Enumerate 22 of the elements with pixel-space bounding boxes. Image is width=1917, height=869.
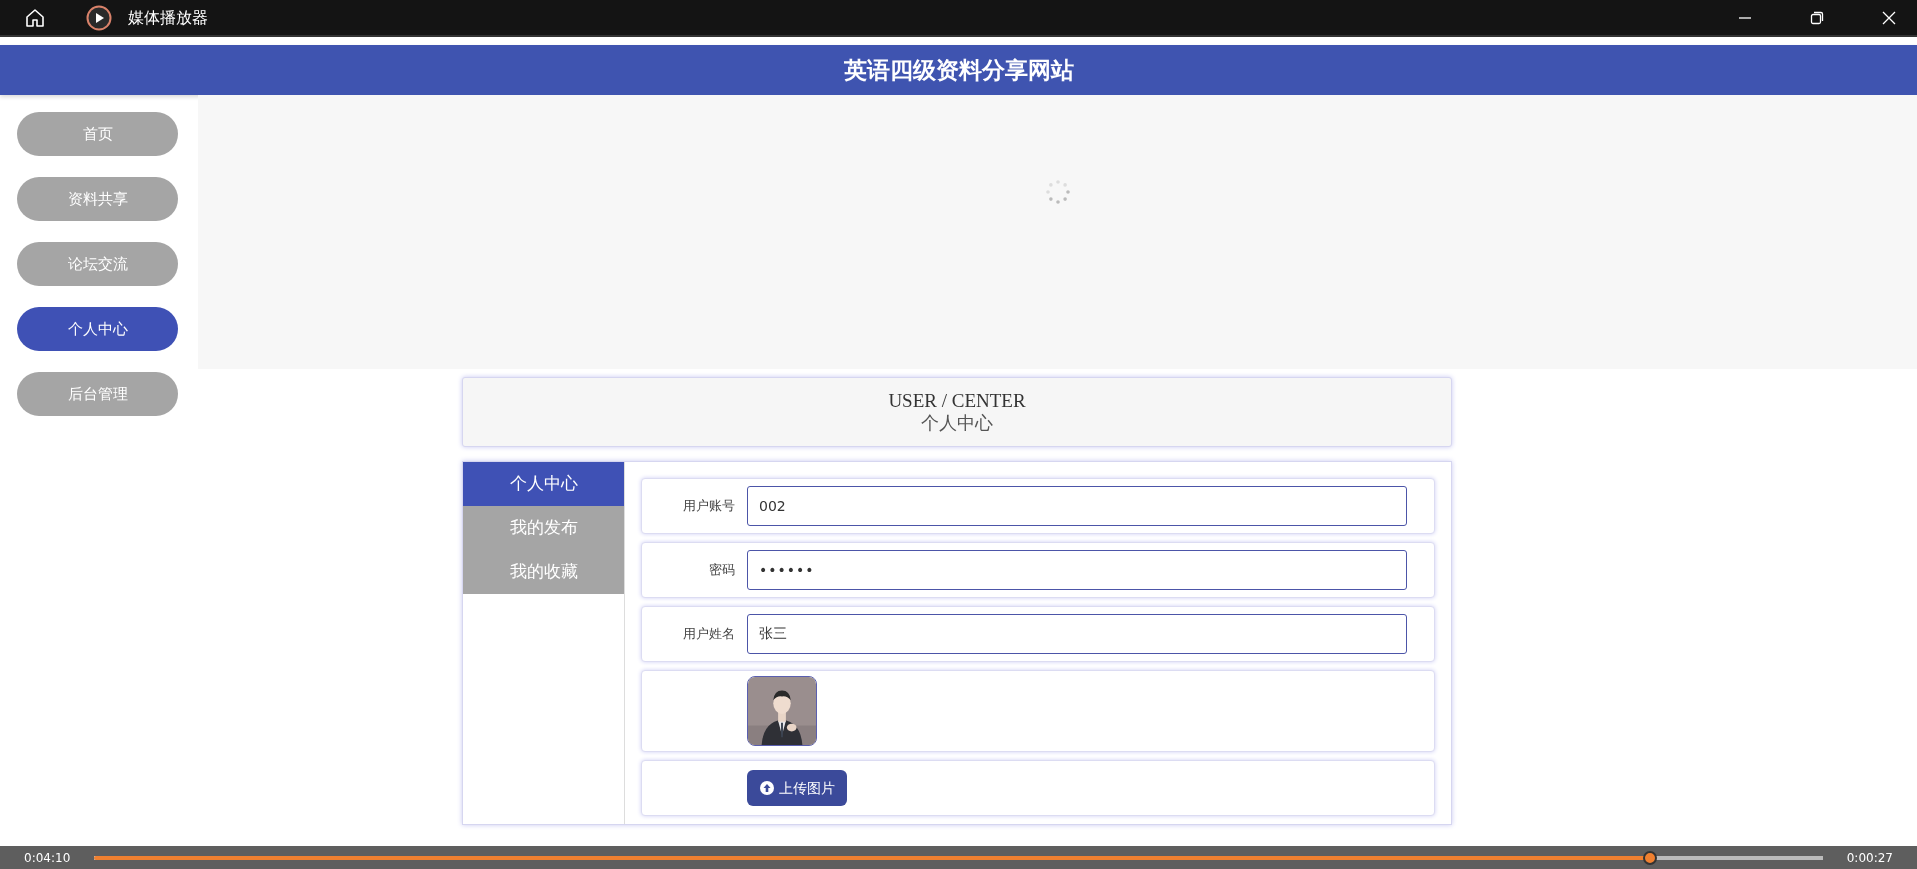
upload-button[interactable]: 上传图片	[747, 770, 847, 806]
minimize-icon	[1739, 16, 1751, 19]
input-field[interactable]: 张三	[747, 614, 1407, 654]
page-title: 个人中心	[921, 412, 993, 435]
field-label: 用户账号	[682, 497, 736, 516]
input-field[interactable]: 002	[747, 486, 1407, 526]
restore-icon	[1810, 10, 1824, 25]
window-title: 媒体播放器	[128, 6, 208, 29]
page-title-english: USER / CENTER	[888, 389, 1026, 413]
field-label: 用户姓名	[682, 625, 736, 644]
elapsed-time: 0:04:10	[24, 849, 71, 867]
home-icon[interactable]	[24, 6, 46, 29]
password-field[interactable]: ••••••	[747, 550, 1407, 590]
progress-thumb[interactable]	[1642, 850, 1657, 865]
tab[interactable]: 个人中心	[463, 462, 624, 506]
remaining-time: 0:00:27	[1846, 849, 1893, 867]
upload-icon	[759, 780, 775, 796]
close-icon	[1882, 10, 1896, 25]
field-label: 密码	[708, 561, 736, 580]
nav-button[interactable]: 个人中心	[17, 307, 178, 351]
play-icon	[86, 4, 112, 31]
site-title: 英语四级资料分享网站	[843, 55, 1074, 85]
